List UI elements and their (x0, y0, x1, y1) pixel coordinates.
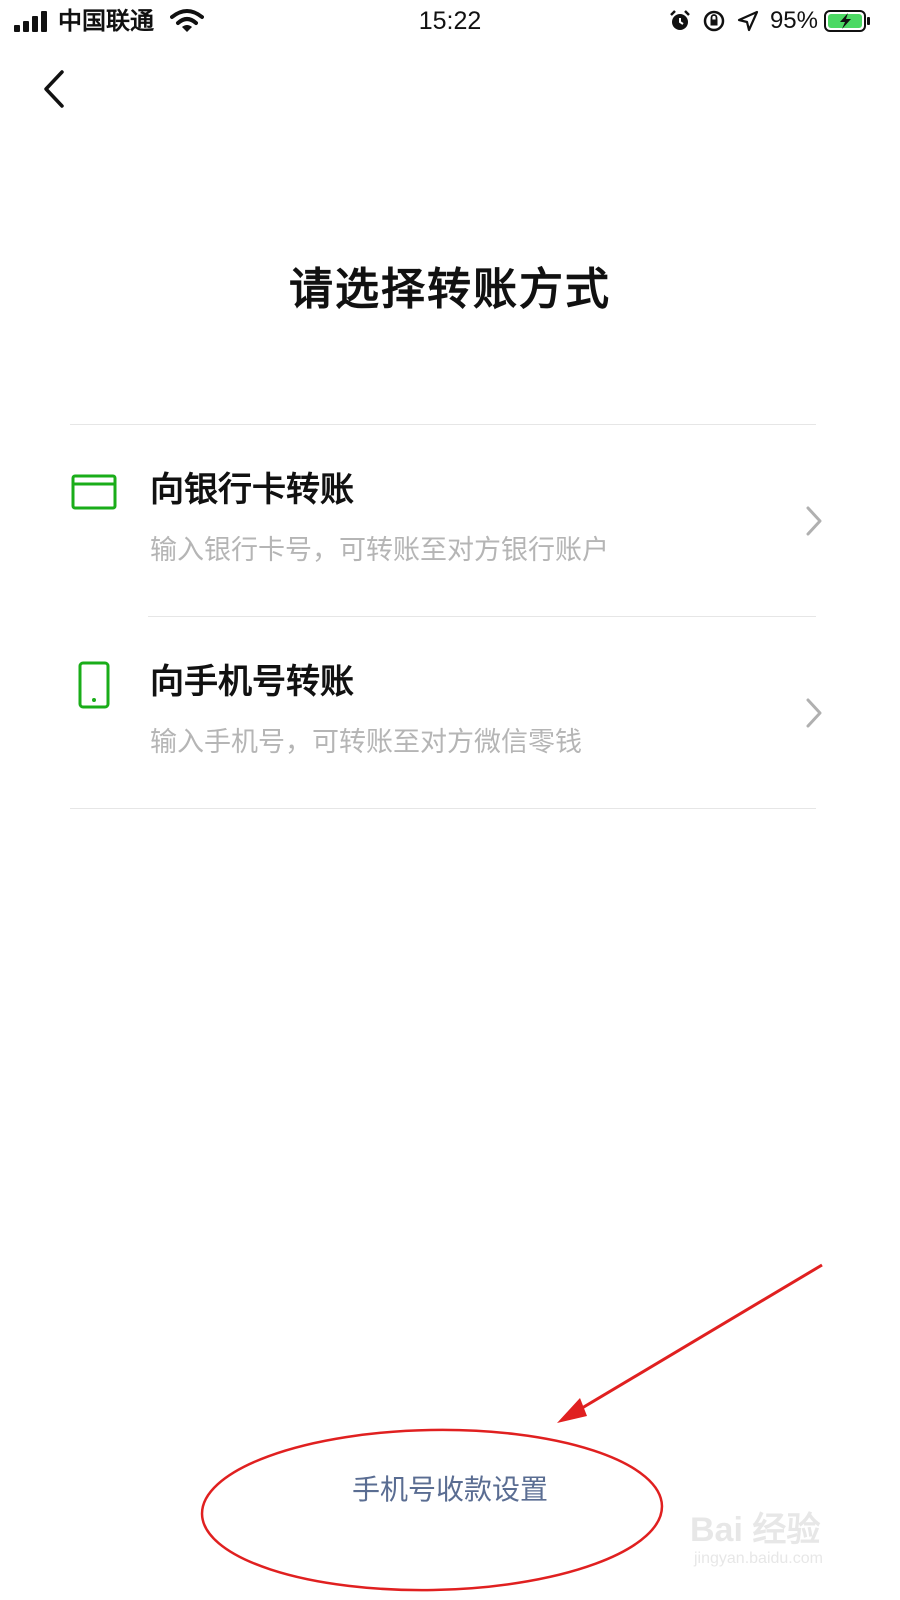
location-icon (737, 10, 759, 32)
bank-card-icon (71, 474, 117, 510)
option-title: 向银行卡转账 (150, 470, 354, 510)
alarm-icon (670, 10, 690, 30)
watermark-logo: Bai 经验 (690, 1511, 821, 1549)
option-description: 输入银行卡号，可转账至对方银行账户 (150, 535, 609, 566)
baidu-jingyan-watermark: Bai 经验 jingyan.baidu.com (690, 1502, 880, 1592)
bank-card-transfer-option[interactable]: 向银行卡转账 输入银行卡号，可转账至对方银行账户 (70, 425, 830, 617)
option-title: 向手机号转账 (150, 662, 354, 702)
mobile-phone-icon (78, 661, 110, 709)
rotation-lock-icon (703, 10, 725, 32)
status-bar: 中国联通 15:22 95% (0, 0, 900, 44)
annotation-arrow-head (557, 1398, 587, 1423)
annotation-ellipse (200, 1428, 664, 1592)
watermark-url: jingyan.baidu.com (694, 1550, 823, 1567)
page-title: 请选择转账方式 (289, 264, 611, 315)
chevron-right-icon (806, 506, 822, 536)
phone-number-transfer-option[interactable]: 向手机号转账 输入手机号，可转账至对方微信零钱 (70, 617, 830, 809)
annotation-arrow-line (571, 1263, 823, 1416)
battery-charging-icon (824, 10, 870, 32)
option-description: 输入手机号，可转账至对方微信零钱 (150, 727, 582, 758)
chevron-right-icon (806, 698, 822, 728)
back-button[interactable] (32, 66, 78, 112)
battery-percent: 95% (769, 7, 818, 34)
